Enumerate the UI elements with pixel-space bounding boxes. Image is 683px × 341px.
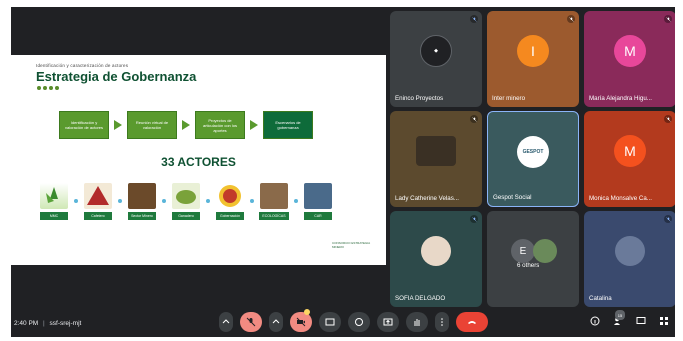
- mic-muted-icon: [664, 215, 672, 223]
- mic-muted-icon: [470, 15, 478, 23]
- participant-tile[interactable]: SOFIA DELGADO: [390, 211, 482, 307]
- mic-muted-icon: [470, 215, 478, 223]
- gespot-logo: GESPOT: [517, 136, 549, 168]
- raise-hand-button[interactable]: [406, 312, 428, 332]
- actor-seal: [216, 183, 244, 209]
- chat-icon[interactable]: [636, 316, 646, 326]
- actor-label: Gobernación: [216, 212, 244, 220]
- participant-tile[interactable]: M Monica Monsalve Ca...: [584, 111, 675, 207]
- more-options-button[interactable]: [435, 312, 449, 332]
- flow-step-1: Identificación y valoración de actores: [59, 111, 109, 139]
- actor-logo: [84, 183, 112, 209]
- emoji-button[interactable]: [348, 312, 370, 332]
- leave-call-button[interactable]: [456, 312, 488, 332]
- participant-name: SOFIA DELGADO: [395, 295, 446, 302]
- separator-dot: [118, 199, 122, 203]
- actor-logo: [172, 183, 200, 209]
- separator-dot: [74, 199, 78, 203]
- actor-item: Cafetero: [81, 183, 115, 220]
- company-logo: ◆: [420, 35, 452, 67]
- participant-name: Monica Monsalve Ca...: [589, 195, 652, 202]
- participant-tile-active[interactable]: GESPOT Gespot Social: [487, 111, 579, 207]
- actor-item: MMC: [37, 183, 71, 220]
- actor-label: CAR: [304, 212, 332, 220]
- slide-dots: [37, 86, 59, 90]
- actor-photo: [304, 183, 332, 209]
- actor-item: Ganadero: [169, 183, 203, 220]
- audio-options-button[interactable]: [219, 312, 233, 332]
- flow-step-2: Reunión virtual de valoración: [127, 111, 177, 139]
- video-options-button[interactable]: [269, 312, 283, 332]
- actor-photo: [260, 183, 288, 209]
- separator-dot: [294, 199, 298, 203]
- actor-logo: [40, 183, 68, 209]
- mic-muted-icon: [664, 15, 672, 23]
- participant-tile[interactable]: Catalina: [584, 211, 675, 307]
- actor-photo: [128, 183, 156, 209]
- flow-step-3: Proyectos de articulación con los aporte…: [195, 111, 245, 139]
- profile-photo: [421, 236, 451, 266]
- present-button[interactable]: [377, 312, 399, 332]
- actor-label: MMC: [40, 212, 68, 220]
- participant-avatar: M: [614, 35, 646, 67]
- participant-tile[interactable]: I Inter minero: [487, 11, 579, 107]
- people-icon[interactable]: 15: [613, 310, 625, 326]
- participant-tile[interactable]: Lady Catherine Velas...: [390, 111, 482, 207]
- arrow-icon: [114, 120, 122, 130]
- mic-toggle-button[interactable]: [240, 312, 262, 332]
- control-bar: 2:40 PM | ssf-srej-mjt 15: [11, 309, 675, 337]
- participant-photo: [533, 239, 557, 263]
- mic-muted-icon: [470, 115, 478, 123]
- others-tile[interactable]: E 6 others: [487, 211, 579, 307]
- actor-row: MMC Cafetero Sector Minero Ganadero Gobe…: [37, 183, 335, 220]
- shared-screen-slide: Identificación y caracterización de acto…: [11, 55, 386, 265]
- separator-dot: [206, 199, 210, 203]
- meeting-info: 2:40 PM | ssf-srej-mjt: [14, 319, 82, 327]
- actor-item: Gobernación: [213, 183, 247, 220]
- participant-name: Eninco Proyectos: [395, 95, 444, 102]
- participant-avatar: E: [511, 239, 535, 263]
- participant-name: Inter minero: [492, 95, 526, 102]
- arrow-icon: [250, 120, 258, 130]
- participant-tile[interactable]: M María Alejandra Higu...: [584, 11, 675, 107]
- participant-tile[interactable]: ◆ Eninco Proyectos: [390, 11, 482, 107]
- participant-avatar: I: [517, 35, 549, 67]
- participant-name: Gespot Social: [493, 194, 532, 201]
- slide-title: Estrategia de Gobernanza: [36, 69, 197, 84]
- mic-muted-icon: [664, 115, 672, 123]
- mic-muted-icon: [567, 15, 575, 23]
- process-flow: Identificación y valoración de actores R…: [59, 111, 313, 139]
- actor-label: Sector Minero: [128, 212, 156, 220]
- profile-photo: [615, 236, 645, 266]
- participant-avatar: M: [614, 135, 646, 167]
- actor-item: ECOLOGÍCAS: [257, 183, 291, 220]
- activities-icon[interactable]: [659, 316, 669, 326]
- actor-label: Ganadero: [172, 212, 200, 220]
- arrow-icon: [182, 120, 190, 130]
- participant-name: Lady Catherine Velas...: [395, 195, 459, 202]
- video-thumbnail: [416, 136, 456, 166]
- participant-name: María Alejandra Higu...: [589, 95, 652, 102]
- actor-label: ECOLOGÍCAS: [259, 212, 289, 220]
- meeting-time: 2:40 PM: [14, 319, 39, 327]
- consortium-logo: CONSORCIO ESTRATEGIA MINERO: [332, 241, 370, 249]
- actor-item: CAR: [301, 183, 335, 220]
- separator-dot: [250, 199, 254, 203]
- actor-label: Cafetero: [84, 212, 112, 220]
- actor-item: Sector Minero: [125, 183, 159, 220]
- actors-count: 33 ACTORES: [161, 155, 236, 169]
- info-icon[interactable]: [590, 316, 600, 326]
- meet-window: Identificación y caracterización de acto…: [11, 7, 675, 337]
- separator-dot: [162, 199, 166, 203]
- meeting-code: ssf-srej-mjt: [49, 319, 82, 327]
- flow-step-4: Escenarios de gobernanza: [263, 111, 313, 139]
- others-count: 6 others: [517, 262, 540, 269]
- people-count-badge: 15: [615, 310, 625, 320]
- captions-button[interactable]: [319, 312, 341, 332]
- camera-toggle-button[interactable]: [290, 309, 312, 332]
- participant-name: Catalina: [589, 295, 612, 302]
- slide-subtitle: Identificación y caracterización de acto…: [36, 63, 129, 68]
